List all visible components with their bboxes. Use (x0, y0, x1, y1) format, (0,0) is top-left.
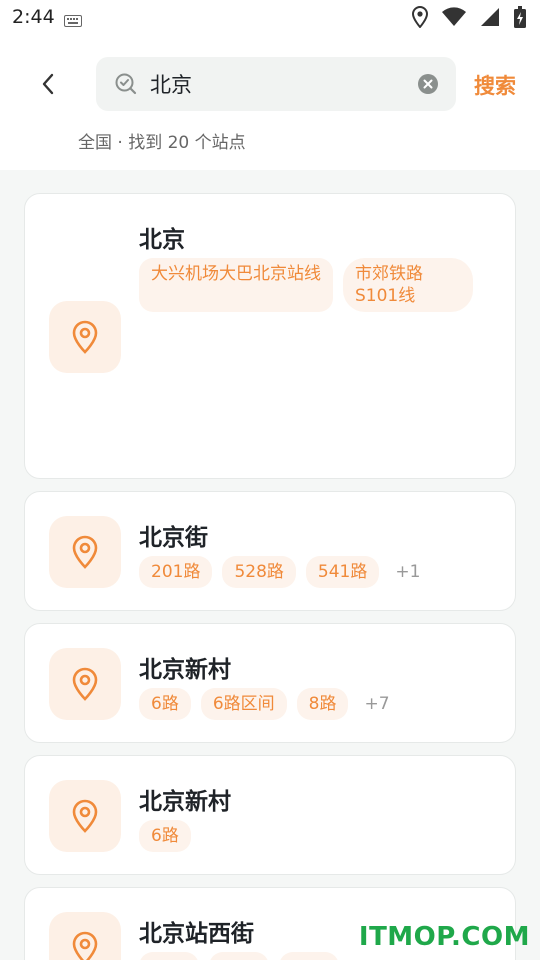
line-tag[interactable]: 201路 (139, 556, 213, 588)
line-tags: 6路 (139, 820, 489, 852)
stop-name: 北京站西街 (139, 921, 254, 947)
line-tags: 201路 528路 541路 +1 (139, 556, 489, 588)
stop-pin (49, 516, 121, 588)
location-pin-icon (72, 799, 98, 833)
line-tag[interactable]: 大兴机场大巴北京站线 (139, 258, 333, 312)
result-summary: 全国 · 找到 20 个站点 (78, 133, 246, 153)
search-input[interactable] (150, 57, 400, 111)
line-tag[interactable]: 市郊铁路S101线 (343, 258, 473, 312)
header: 2:44 搜索 全国 · 找到 (0, 0, 540, 170)
stop-card[interactable]: 北京新村 6路 (24, 755, 516, 875)
stop-pin (49, 912, 121, 960)
more-lines-count: +7 (364, 694, 390, 714)
line-tag[interactable]: 528路 (222, 556, 296, 588)
clear-icon (418, 74, 438, 94)
clear-search-button[interactable] (418, 74, 438, 98)
location-pin-icon (72, 535, 98, 569)
search-button[interactable]: 搜索 (474, 70, 516, 100)
location-icon (411, 5, 429, 32)
search-icon (114, 72, 138, 100)
search-box[interactable] (96, 57, 456, 111)
line-tags: 大兴机场大巴北京站线 市郊铁路S101线 (139, 258, 489, 312)
stop-name: 北京街 (139, 525, 208, 551)
back-button[interactable] (30, 66, 66, 102)
line-tag[interactable] (139, 952, 199, 960)
more-lines-count: +1 (395, 562, 421, 582)
line-tag[interactable]: 6路 (139, 688, 191, 720)
line-tag[interactable]: 6路 (139, 820, 191, 852)
watermark: ITMOP.COM (358, 922, 530, 952)
line-tag[interactable]: 8路 (296, 688, 349, 720)
stop-card[interactable]: 北京新村 6路 6路区间 8路 +7 (24, 623, 516, 743)
status-time: 2:44 (12, 6, 55, 28)
stop-pin (49, 648, 121, 720)
stop-name: 北京新村 (139, 657, 231, 683)
status-bar: 2:44 (0, 0, 540, 36)
location-pin-icon (72, 931, 98, 960)
line-tag[interactable] (279, 952, 339, 960)
chevron-left-icon (42, 73, 54, 95)
line-tag[interactable]: 541路 (305, 556, 380, 588)
keyboard-icon (64, 12, 82, 31)
line-tags (139, 952, 489, 960)
location-pin-icon (72, 667, 98, 701)
stop-name: 北京 (139, 227, 185, 253)
signal-icon (480, 7, 500, 31)
wifi-icon (442, 7, 466, 31)
location-pin-icon (72, 320, 98, 354)
battery-icon (514, 6, 526, 32)
line-tag[interactable] (209, 952, 269, 960)
stop-name: 北京新村 (139, 789, 231, 815)
line-tags: 6路 6路区间 8路 +7 (139, 688, 489, 720)
stop-card[interactable]: 北京街 201路 528路 541路 +1 (24, 491, 516, 611)
stop-pin (49, 301, 121, 373)
line-tag[interactable]: 6路区间 (200, 688, 287, 720)
stop-card[interactable]: 北京 大兴机场大巴北京站线 市郊铁路S101线 (24, 193, 516, 479)
stop-pin (49, 780, 121, 852)
